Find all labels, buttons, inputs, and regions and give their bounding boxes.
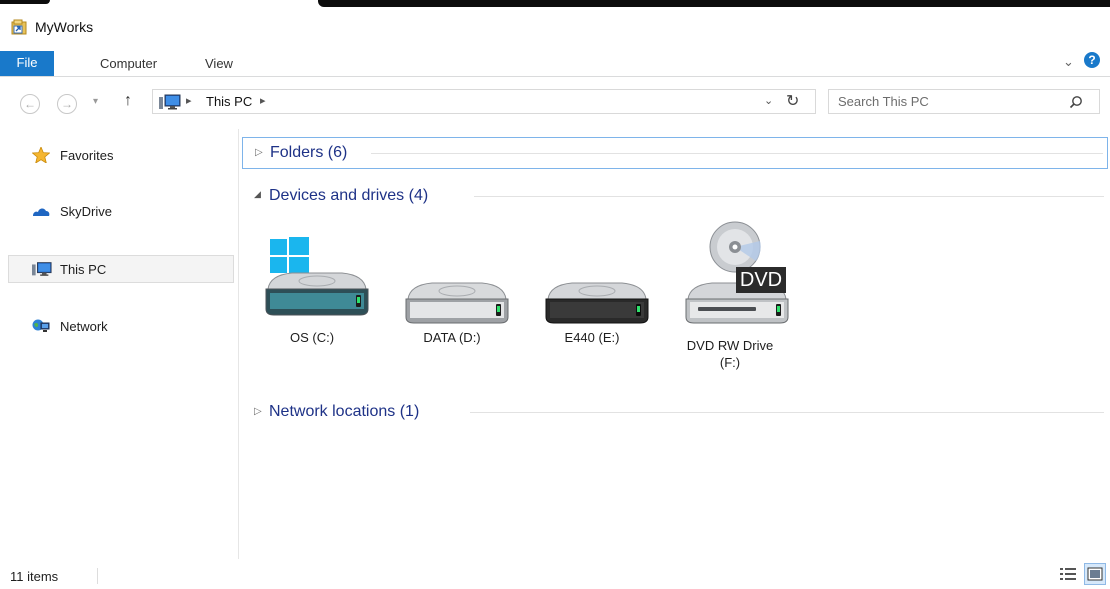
group-header-devices-and-drives[interactable]: ◢ Devices and drives (4) bbox=[242, 181, 1108, 213]
sidebar-item-this-pc[interactable]: This PC bbox=[8, 255, 234, 283]
navigation-bar: ← → ▾ ↑ ▸ This PC ▸ ⌄ ↻ bbox=[0, 77, 1110, 129]
dvd-badge: DVD bbox=[736, 267, 786, 293]
ribbon-tabs: File Computer View ⌄ ? bbox=[0, 46, 1110, 77]
help-icon[interactable]: ? bbox=[1084, 52, 1100, 68]
hard-drive-icon bbox=[405, 282, 509, 324]
recent-locations-dropdown[interactable]: ▾ bbox=[93, 96, 98, 107]
top-edge-right bbox=[318, 0, 1110, 7]
sidebar-item-favorites[interactable]: Favorites bbox=[8, 141, 234, 169]
network-icon bbox=[32, 319, 50, 332]
breadcrumb-separator-icon[interactable]: ▸ bbox=[186, 94, 192, 107]
large-icons-view-icon bbox=[1087, 567, 1103, 581]
drive-label: DATA (D:) bbox=[423, 330, 481, 345]
sidebar-item-label: Favorites bbox=[60, 148, 114, 163]
drive-label: DVD RW Drive (F:) bbox=[686, 338, 774, 370]
address-bar[interactable]: ▸ This PC ▸ ⌄ ↻ bbox=[152, 89, 816, 114]
drive-os-c[interactable]: OS (C:) bbox=[252, 237, 372, 357]
search-input[interactable] bbox=[838, 93, 1058, 110]
sidebar-item-label: Network bbox=[60, 319, 108, 334]
drive-dvd-rw-f[interactable]: DVD DVD RW Drive (F:) bbox=[672, 221, 792, 370]
collapse-triangle-icon[interactable]: ◢ bbox=[254, 189, 261, 200]
item-count: 11 items bbox=[10, 569, 59, 584]
group-title: Network locations (1) bbox=[269, 403, 420, 420]
folder-shortcut-icon bbox=[11, 19, 27, 35]
drive-label: E440 (E:) bbox=[564, 330, 620, 345]
window-top-edge bbox=[0, 0, 1110, 7]
group-title: Devices and drives (4) bbox=[269, 187, 429, 204]
tab-computer[interactable]: Computer bbox=[100, 56, 157, 71]
status-divider bbox=[97, 568, 98, 584]
back-button[interactable]: ← bbox=[20, 94, 40, 114]
group-divider-line bbox=[470, 412, 1104, 413]
group-title: Folders (6) bbox=[270, 144, 348, 161]
expand-triangle-icon[interactable]: ▷ bbox=[254, 406, 262, 417]
group-header-folders[interactable]: ▷ Folders (6) bbox=[242, 137, 1108, 169]
pane-divider[interactable] bbox=[238, 129, 239, 559]
cloud-icon bbox=[33, 208, 50, 216]
search-icon[interactable] bbox=[1069, 95, 1083, 109]
breadcrumb-this-pc[interactable]: This PC bbox=[206, 94, 252, 109]
dark-hard-drive-icon bbox=[545, 282, 649, 324]
group-divider-line bbox=[474, 196, 1104, 197]
large-icons-view-button[interactable] bbox=[1084, 563, 1106, 585]
file-view: ▷ Folders (6) ◢ Devices and drives (4) O… bbox=[240, 129, 1110, 559]
tab-view[interactable]: View bbox=[205, 56, 233, 71]
top-edge-left bbox=[0, 0, 50, 4]
refresh-icon[interactable]: ↻ bbox=[786, 91, 799, 111]
expand-ribbon-chevron-icon[interactable]: ⌄ bbox=[1063, 54, 1074, 70]
sidebar-item-network[interactable]: Network bbox=[8, 312, 234, 340]
system-drive-icon bbox=[265, 237, 369, 316]
drive-data-d[interactable]: DATA (D:) bbox=[392, 237, 512, 357]
sidebar-item-label: SkyDrive bbox=[60, 204, 113, 219]
address-history-dropdown[interactable]: ⌄ bbox=[764, 94, 773, 107]
window-title: MyWorks bbox=[35, 19, 94, 35]
breadcrumb-chevron-icon[interactable]: ▸ bbox=[260, 94, 266, 107]
drive-e440-e[interactable]: E440 (E:) bbox=[532, 237, 652, 357]
details-view-icon[interactable] bbox=[1059, 565, 1077, 583]
up-button[interactable]: ↑ bbox=[124, 92, 132, 110]
group-header-network-locations[interactable]: ▷ Network locations (1) bbox=[242, 397, 1108, 429]
forward-button[interactable]: → bbox=[57, 94, 77, 114]
tab-file[interactable]: File bbox=[0, 51, 54, 76]
expand-triangle-icon[interactable]: ▷ bbox=[255, 147, 263, 158]
sidebar-item-label: This PC bbox=[60, 262, 107, 277]
group-divider-line bbox=[371, 153, 1103, 154]
drive-label: OS (C:) bbox=[289, 330, 335, 345]
star-icon bbox=[32, 147, 50, 163]
navigation-pane: Favorites SkyDrive This PC Network bbox=[0, 129, 238, 559]
status-bar: 11 items bbox=[0, 559, 1110, 589]
title-bar: MyWorks bbox=[0, 7, 1110, 46]
sidebar-item-skydrive[interactable]: SkyDrive bbox=[8, 197, 234, 225]
computer-icon bbox=[32, 262, 52, 276]
computer-icon bbox=[159, 94, 181, 110]
search-box[interactable] bbox=[828, 89, 1100, 114]
